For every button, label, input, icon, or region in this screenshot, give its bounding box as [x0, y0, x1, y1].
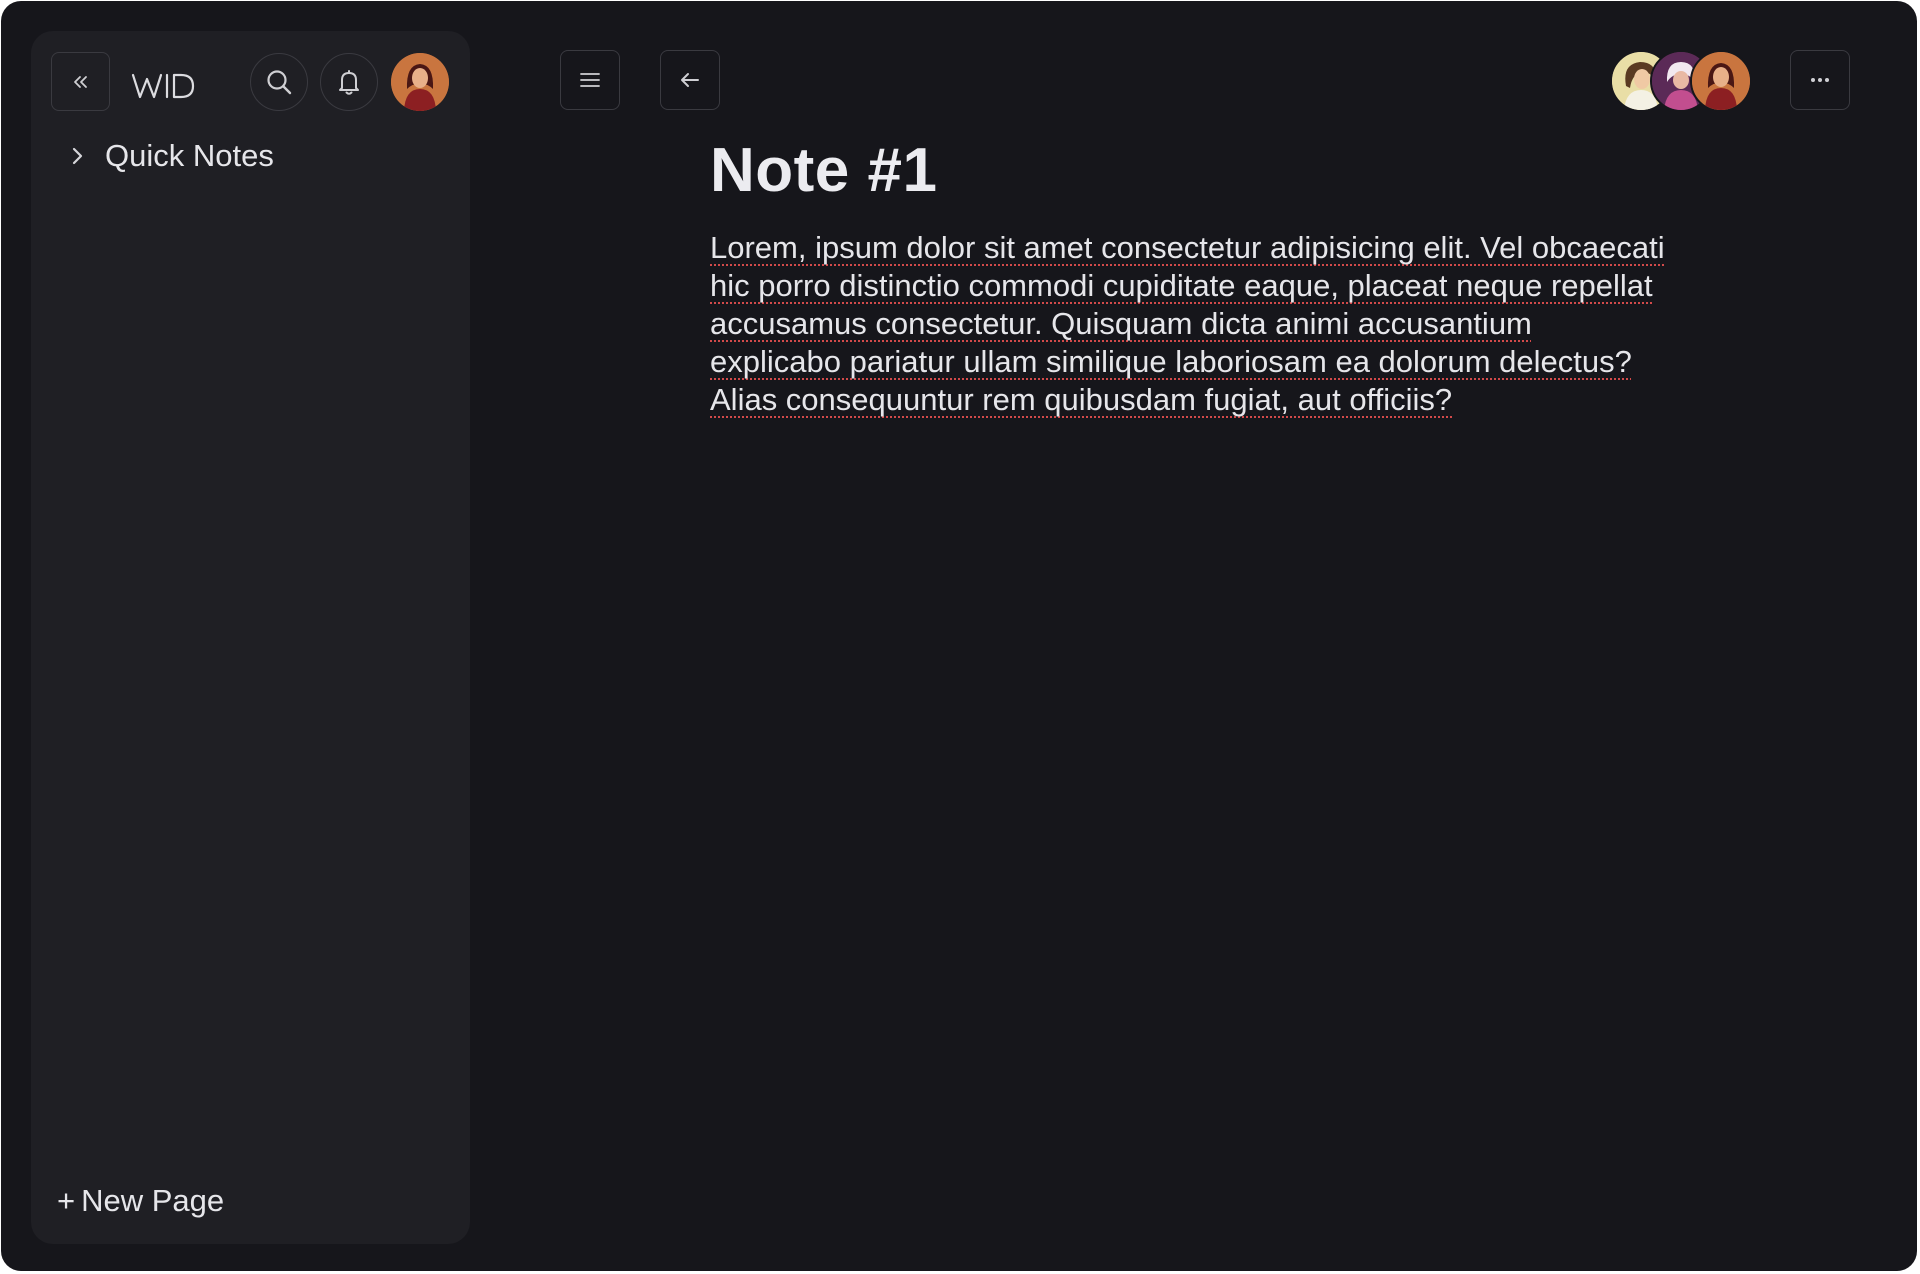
double-chevron-left-icon: [73, 75, 87, 88]
more-options-button[interactable]: [1790, 50, 1850, 110]
user-avatar[interactable]: [391, 53, 449, 111]
back-button[interactable]: [660, 50, 720, 110]
search-button[interactable]: [250, 53, 308, 111]
collapse-sidebar-button[interactable]: [51, 52, 110, 111]
collaborator-avatar[interactable]: [1690, 50, 1752, 112]
tree-item-label: Quick Notes: [105, 138, 274, 173]
chevron-right-icon: [72, 147, 83, 165]
hamburger-menu-icon: [580, 73, 600, 87]
app-window: Quick Notes + New Page Note #1 Lorem, ip…: [1, 1, 1917, 1271]
collaborators[interactable]: [1610, 50, 1752, 112]
notifications-button[interactable]: [320, 53, 378, 111]
page-title[interactable]: Note #1: [710, 129, 1670, 213]
plus-icon: +: [57, 1183, 76, 1218]
document-body[interactable]: Lorem, ipsum dolor sit amet consectetur …: [710, 229, 1670, 419]
bell-icon: [339, 70, 359, 95]
arrow-left-icon: [681, 73, 699, 87]
sidebar: Quick Notes + New Page: [31, 31, 470, 1244]
app-logo: [131, 61, 231, 111]
tree-item-quick-notes[interactable]: Quick Notes: [61, 131, 274, 181]
new-page-button[interactable]: + New Page: [57, 1177, 224, 1225]
menu-button[interactable]: [560, 50, 620, 110]
search-icon: [267, 70, 292, 95]
document: Note #1 Lorem, ipsum dolor sit amet cons…: [710, 129, 1670, 419]
new-page-label: New Page: [81, 1183, 225, 1218]
more-horizontal-icon: [1811, 78, 1829, 82]
